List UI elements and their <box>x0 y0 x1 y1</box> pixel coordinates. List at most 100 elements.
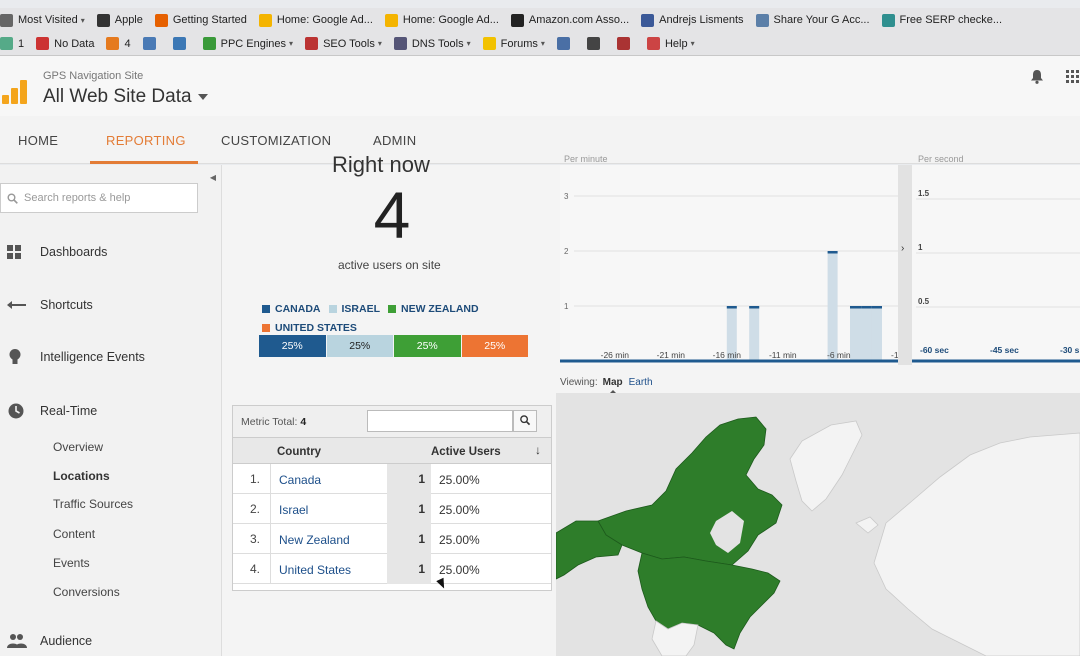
country-link[interactable]: United States <box>279 563 351 577</box>
sidebar-item-dashboards[interactable]: Dashboards <box>0 243 107 261</box>
sidebar-item-intelligence-events[interactable]: Intelligence Events <box>0 348 145 366</box>
table-search-button[interactable] <box>513 410 537 432</box>
column-header-active-users[interactable]: Active Users <box>431 446 501 458</box>
bookmark-most-visited[interactable]: Most Visited ▾ <box>0 13 85 27</box>
bookmark-free-serp-checke[interactable]: Free SERP checke... <box>881 13 1002 27</box>
bookmark-dns-tools[interactable]: DNS Tools ▾ <box>393 37 471 50</box>
bookmark-forums[interactable]: Forums ▾ <box>482 37 545 50</box>
bookmark-apple[interactable]: Apple <box>96 13 143 27</box>
bookmark-no-data[interactable]: No Data <box>36 37 94 50</box>
sidebar-subitem-traffic-sources[interactable]: Traffic Sources <box>53 497 133 511</box>
sidebar-subitem-locations[interactable]: Locations <box>53 469 110 483</box>
bookmark-magnifier[interactable] <box>556 37 575 50</box>
lightbulb-icon <box>9 349 21 364</box>
bookmark-home-google-ad[interactable]: Home: Google Ad... <box>258 13 373 27</box>
chart-divider[interactable]: › <box>898 165 912 365</box>
column-header-country[interactable]: Country <box>277 446 321 458</box>
bookmark-share-your-g-acc[interactable]: Share Your G Acc... <box>755 13 870 27</box>
apps-grid-icon[interactable] <box>1066 70 1079 83</box>
sidebar-subitem-conversions[interactable]: Conversions <box>53 585 120 599</box>
right-now-title: Right now <box>332 152 430 177</box>
view-selector[interactable]: All Web Site Data <box>43 86 208 108</box>
chart-background <box>912 165 1080 365</box>
table-row[interactable]: 4. United States 1 25.00% <box>233 554 551 584</box>
tab-home[interactable]: HOME <box>18 133 58 148</box>
sidebar-item-label: Real-Time <box>40 404 98 418</box>
bookmark-home-google-ad[interactable]: Home: Google Ad... <box>384 13 499 27</box>
realtime-locations-report: Right now 4 active users on site CANADA I… <box>222 152 1080 656</box>
bookmark-label: Amazon.com Asso... <box>528 14 630 26</box>
bookmark-seo-tools[interactable]: SEO Tools ▾ <box>305 37 382 50</box>
legend-swatch <box>388 305 397 313</box>
world-map[interactable] <box>556 393 1080 656</box>
bookmark-help[interactable]: Help ▾ <box>646 37 695 50</box>
sidebar-item-shortcuts[interactable]: Shortcuts <box>0 296 93 314</box>
x-tick-label: -60 sec <box>920 345 949 355</box>
legend-item: NEW ZEALAND <box>388 300 479 318</box>
dropdown-caret-icon: ▾ <box>690 39 695 48</box>
y-tick-label: 0.5 <box>918 297 930 306</box>
active-users-percent: 25.00% <box>439 503 480 517</box>
y-tick-label: 3 <box>564 192 569 201</box>
table-toolbar: Metric Total: 4 <box>233 406 551 438</box>
country-link[interactable]: New Zealand <box>279 533 350 547</box>
table-row[interactable]: 3. New Zealand 1 25.00% <box>233 524 551 554</box>
table-body: 1. Canada 1 25.00% 2. Israel 1 25.00% 3. New Zeal… <box>233 464 551 584</box>
sidebar-item-audience[interactable]: Audience <box>0 632 92 650</box>
bookmark-chart[interactable] <box>142 37 161 50</box>
bookmark-label: Andrejs Lisments <box>659 14 744 26</box>
bookmark-m[interactable] <box>172 37 191 50</box>
stats-icon <box>616 37 630 50</box>
collapse-sidebar-icon[interactable]: ◀ <box>204 169 222 187</box>
bookmark-label: No Data <box>54 37 95 50</box>
share-segment[interactable]: 25% <box>394 335 461 357</box>
x-tick-label: -30 s <box>1060 345 1080 355</box>
tab-customization[interactable]: CUSTOMIZATION <box>221 133 331 148</box>
bookmark-amazon-com-asso[interactable]: Amazon.com Asso... <box>510 13 630 27</box>
search-reports-input[interactable]: Search reports & help <box>0 183 198 213</box>
bookmark-andrejs-lisments[interactable]: Andrejs Lisments <box>641 13 744 27</box>
x-tick-label: -45 sec <box>990 345 1019 355</box>
map-tab[interactable]: Map <box>603 377 623 388</box>
legend-swatch <box>262 305 270 313</box>
country-link[interactable]: Israel <box>279 503 308 517</box>
active-users-count: 4 <box>373 178 411 252</box>
legend-swatch <box>328 305 337 313</box>
sidebar-subitem-overview[interactable]: Overview <box>53 440 103 454</box>
table-row[interactable]: 2. Israel 1 25.00% <box>233 494 551 524</box>
share-segment[interactable]: 25% <box>259 335 326 357</box>
bookmark-label: Getting Started <box>172 14 247 26</box>
country-link[interactable]: Canada <box>279 473 321 487</box>
map-view-toggle: Viewing: Map Earth <box>560 377 653 388</box>
site-name: GPS Navigation Site <box>43 70 144 82</box>
tab-admin[interactable]: ADMIN <box>373 133 416 148</box>
bookmark-bug[interactable] <box>586 37 605 50</box>
search-icon <box>7 193 18 204</box>
sort-desc-icon[interactable]: ↓ <box>535 443 541 457</box>
bookmark-ppc-engines[interactable]: PPC Engines ▾ <box>202 37 293 50</box>
x-tick-label: -16 min <box>713 350 742 360</box>
share-segment[interactable]: 25% <box>461 335 528 357</box>
shortcut-arrow-icon <box>7 301 26 309</box>
wa-icon <box>755 13 769 27</box>
bookmark-1[interactable]: 1 <box>0 37 24 50</box>
table-row[interactable]: 1. Canada 1 25.00% <box>233 464 551 494</box>
per-minute-chart: 123-26 min -21 min -16 min -11 min -6 min -1 <box>560 165 900 365</box>
lifebuoy-icon <box>646 37 660 50</box>
tab-reporting[interactable]: REPORTING <box>106 133 186 148</box>
table-filter-input[interactable] <box>367 410 513 432</box>
smiley-icon <box>482 37 496 50</box>
bookmark-stats[interactable] <box>616 37 635 50</box>
sidebar-item-real-time[interactable]: Real-Time <box>0 402 97 420</box>
sidebar-subitem-events[interactable]: Events <box>53 556 90 570</box>
adwords-icon <box>258 13 272 27</box>
earth-tab[interactable]: Earth <box>629 377 653 388</box>
bookmark-4[interactable]: 4 <box>106 37 131 50</box>
sidebar-subitem-content[interactable]: Content <box>53 527 95 541</box>
y-tick-label: 1.5 <box>918 189 930 198</box>
bell-icon[interactable] <box>1030 69 1044 84</box>
share-segment[interactable]: 25% <box>326 335 393 357</box>
bookmark-getting-started[interactable]: Getting Started <box>154 13 247 27</box>
bar <box>827 251 838 361</box>
bookmark-label: Forums <box>500 37 538 50</box>
